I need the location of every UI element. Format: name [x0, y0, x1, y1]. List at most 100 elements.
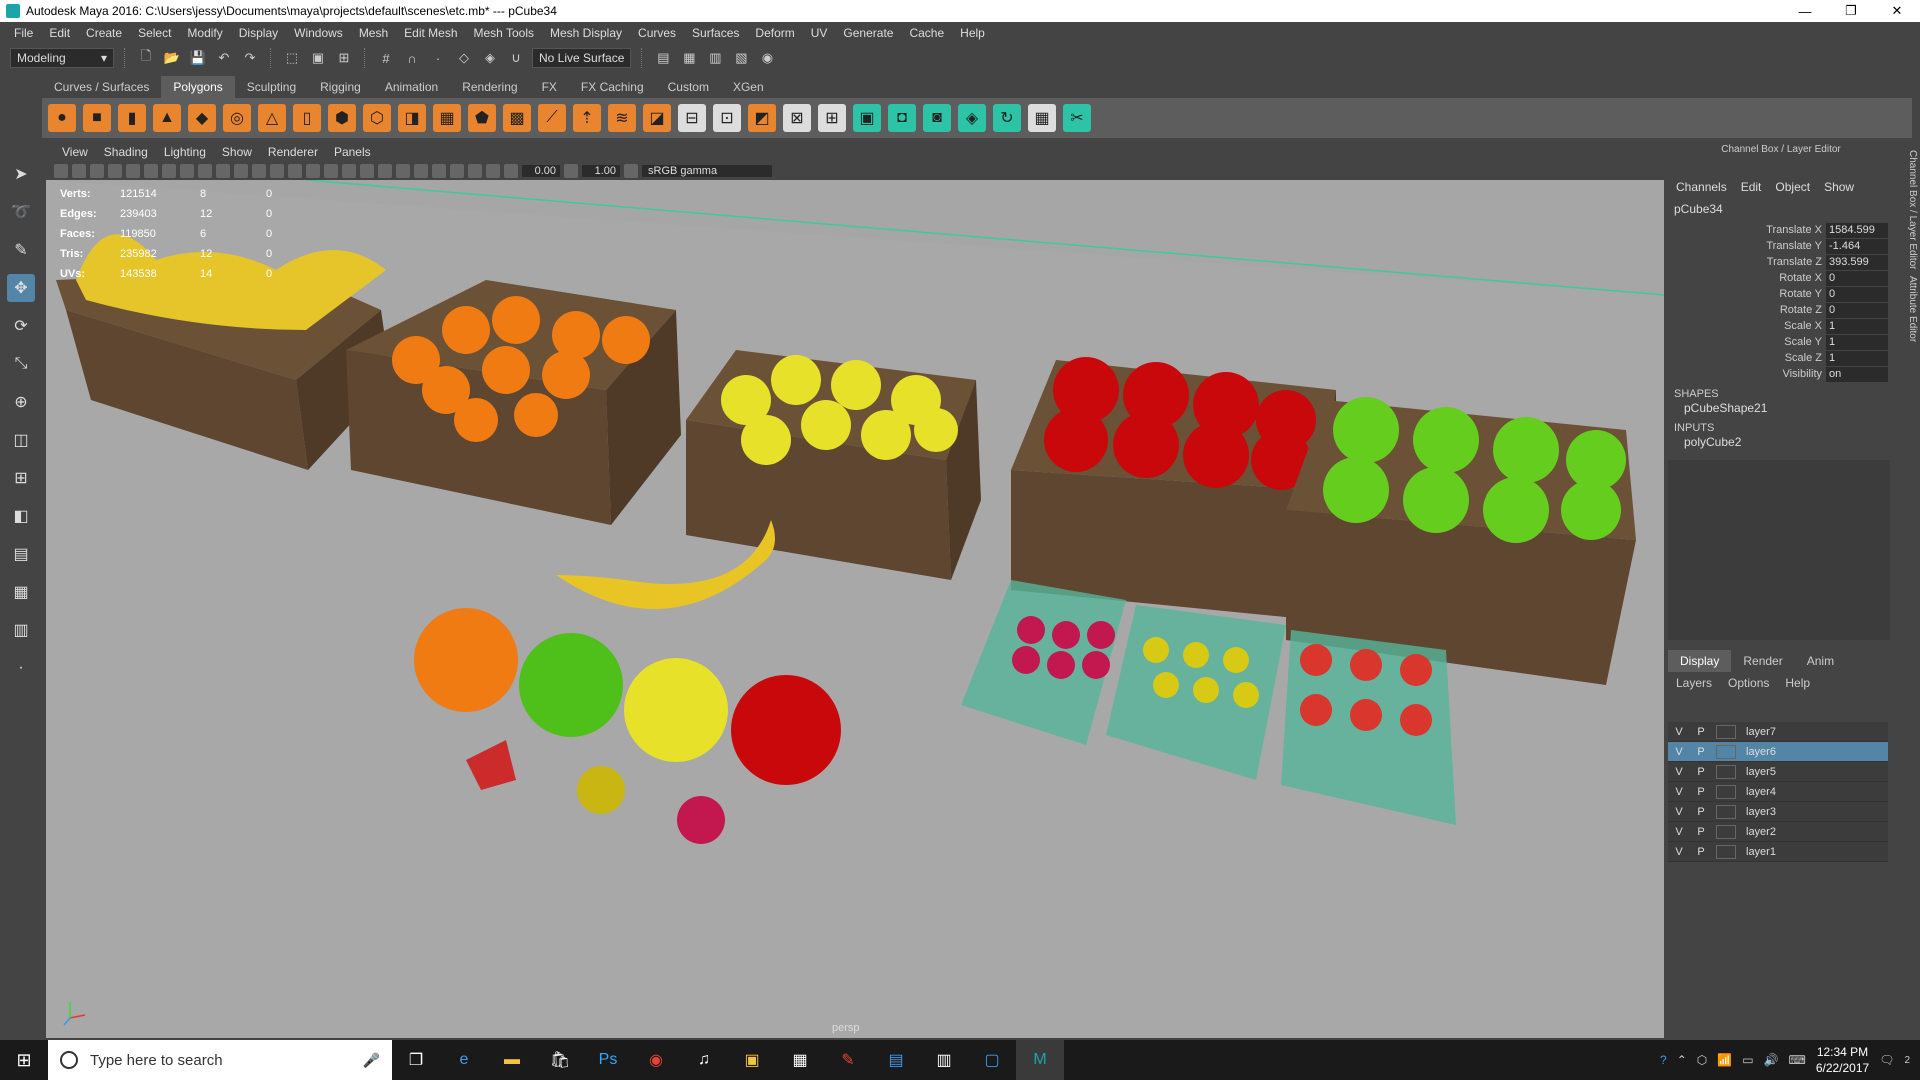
extract-icon[interactable]: ◨: [398, 104, 426, 132]
remote-app-icon[interactable]: ▢: [968, 1040, 1016, 1080]
menu-surfaces[interactable]: Surfaces: [684, 26, 747, 40]
vp-menu-lighting[interactable]: Lighting: [156, 145, 214, 159]
vp-menu-renderer[interactable]: Renderer: [260, 145, 326, 159]
layer-name[interactable]: layer7: [1740, 726, 1776, 738]
playback-toggle[interactable]: P: [1690, 826, 1712, 838]
attr-value[interactable]: 1: [1826, 350, 1888, 366]
safe-action-icon[interactable]: [252, 164, 266, 178]
cb-menu-edit[interactable]: Edit: [1741, 180, 1762, 194]
attr-value[interactable]: on: [1826, 366, 1888, 382]
menu-set-dropdown[interactable]: Modeling ▾: [10, 48, 114, 68]
layer-row[interactable]: V Player2: [1668, 822, 1888, 842]
volume-icon[interactable]: 🔊: [1764, 1053, 1779, 1067]
more-layouts-icon[interactable]: ·: [7, 654, 35, 682]
cb-menu-channels[interactable]: Channels: [1676, 180, 1727, 194]
motion-blur-icon[interactable]: [396, 164, 410, 178]
network-icon[interactable]: 📶: [1717, 1053, 1732, 1067]
fill-hole-icon[interactable]: ⊠: [783, 104, 811, 132]
wireframe-on-shaded-icon[interactable]: [306, 164, 320, 178]
taskbar-clock[interactable]: 12:34 PM 6/22/2017: [1816, 1044, 1869, 1076]
field-chart-icon[interactable]: [234, 164, 248, 178]
visibility-toggle[interactable]: V: [1668, 806, 1690, 818]
uv-editor-icon[interactable]: ▦: [1028, 104, 1056, 132]
attr-row[interactable]: Translate Y -1.464: [1666, 238, 1896, 254]
menu-curves[interactable]: Curves: [630, 26, 684, 40]
layer-color-swatch[interactable]: [1716, 724, 1736, 739]
input-node[interactable]: polyCube2: [1666, 434, 1896, 450]
vp-menu-view[interactable]: View: [54, 145, 96, 159]
select-hierarchy-icon[interactable]: ⬚: [282, 48, 302, 68]
layer-color-swatch[interactable]: [1716, 804, 1736, 819]
visibility-toggle[interactable]: V: [1668, 766, 1690, 778]
grease-pencil-icon[interactable]: [144, 164, 158, 178]
vp-menu-shading[interactable]: Shading: [96, 145, 156, 159]
menu-mesh[interactable]: Mesh: [351, 26, 396, 40]
poly-pyramid-icon[interactable]: △: [258, 104, 286, 132]
scale-tool-icon[interactable]: ⤡: [7, 350, 35, 378]
spherical-uv-icon[interactable]: ◙: [923, 104, 951, 132]
store-icon[interactable]: 🛍: [536, 1040, 584, 1080]
smooth-icon[interactable]: ▦: [433, 104, 461, 132]
shelf-tab-xgen[interactable]: XGen: [721, 76, 776, 98]
keyboard-icon[interactable]: ⌨: [1788, 1053, 1805, 1067]
new-scene-icon[interactable]: 🗋: [136, 48, 156, 68]
gate-mask-icon[interactable]: [216, 164, 230, 178]
redo-icon[interactable]: ↷: [240, 48, 260, 68]
persp-viewport[interactable]: Verts: 121514 8 0 Edges: 239403 12 0 Faces: 119…: [46, 180, 1664, 1038]
hypershade-icon[interactable]: ◉: [757, 48, 777, 68]
attr-row[interactable]: Translate X 1584.599: [1666, 222, 1896, 238]
shelf-tab-fx[interactable]: FX: [530, 76, 569, 98]
move-tool-icon[interactable]: ✥: [7, 274, 35, 302]
playback-toggle[interactable]: P: [1690, 786, 1712, 798]
menu-edit[interactable]: Edit: [41, 26, 78, 40]
menu-mesh-display[interactable]: Mesh Display: [542, 26, 630, 40]
maya-taskbar-icon[interactable]: M: [1016, 1040, 1064, 1080]
automatic-uv-icon[interactable]: ◈: [958, 104, 986, 132]
visibility-toggle[interactable]: V: [1668, 826, 1690, 838]
vp-menu-show[interactable]: Show: [214, 145, 260, 159]
unfold-uv-icon[interactable]: ↻: [993, 104, 1021, 132]
poly-pipe-icon[interactable]: ▯: [293, 104, 321, 132]
layer-name[interactable]: layer4: [1740, 786, 1776, 798]
live-surface-field[interactable]: No Live Surface: [532, 48, 632, 68]
four-view-layout-icon[interactable]: ⊞: [7, 464, 35, 492]
layer-color-swatch[interactable]: [1716, 764, 1736, 779]
layer-name[interactable]: layer3: [1740, 806, 1776, 818]
vp-menu-panels[interactable]: Panels: [326, 145, 379, 159]
attr-row[interactable]: Visibility on: [1666, 366, 1896, 382]
use-all-lights-icon[interactable]: [342, 164, 356, 178]
render-view-icon[interactable]: ▤: [653, 48, 673, 68]
notes-app-icon[interactable]: ▥: [920, 1040, 968, 1080]
offset-edge-loop-icon[interactable]: ⊡: [713, 104, 741, 132]
layer-name[interactable]: layer5: [1740, 766, 1776, 778]
attr-row[interactable]: Rotate Z 0: [1666, 302, 1896, 318]
textured-icon[interactable]: [324, 164, 338, 178]
insert-edge-loop-icon[interactable]: ⊟: [678, 104, 706, 132]
tab-display[interactable]: Display: [1668, 650, 1732, 672]
multi-cut-icon[interactable]: ⟋: [538, 104, 566, 132]
open-scene-icon[interactable]: 📂: [162, 48, 182, 68]
select-tool-icon[interactable]: ➤: [7, 160, 35, 188]
sticky-notes-icon[interactable]: ▣: [728, 1040, 776, 1080]
rotate-tool-icon[interactable]: ⟳: [7, 312, 35, 340]
save-scene-icon[interactable]: 💾: [188, 48, 208, 68]
taskbar-search-box[interactable]: Type here to search 🎤: [48, 1040, 392, 1080]
menu-cache[interactable]: Cache: [901, 26, 952, 40]
photoshop-icon[interactable]: Ps: [584, 1040, 632, 1080]
menu-deform[interactable]: Deform: [747, 26, 802, 40]
bookmark-icon[interactable]: [90, 164, 104, 178]
resolution-gate-icon[interactable]: [198, 164, 212, 178]
attr-value[interactable]: 0: [1826, 270, 1888, 286]
merge-icon[interactable]: ⊞: [818, 104, 846, 132]
le-menu-options[interactable]: Options: [1728, 676, 1769, 690]
poly-cube-icon[interactable]: ■: [83, 104, 111, 132]
menu-help[interactable]: Help: [952, 26, 993, 40]
snap-surface-icon[interactable]: ◇: [454, 48, 474, 68]
calculator-icon[interactable]: ▦: [776, 1040, 824, 1080]
xray-icon[interactable]: [450, 164, 464, 178]
layer-color-swatch[interactable]: [1716, 784, 1736, 799]
attr-row[interactable]: Scale Y 1: [1666, 334, 1896, 350]
snap-grid-icon[interactable]: #: [376, 48, 396, 68]
side-tab-attribute-editor[interactable]: Attribute Editor: [1898, 276, 1918, 342]
pencil-app-icon[interactable]: ✎: [824, 1040, 872, 1080]
